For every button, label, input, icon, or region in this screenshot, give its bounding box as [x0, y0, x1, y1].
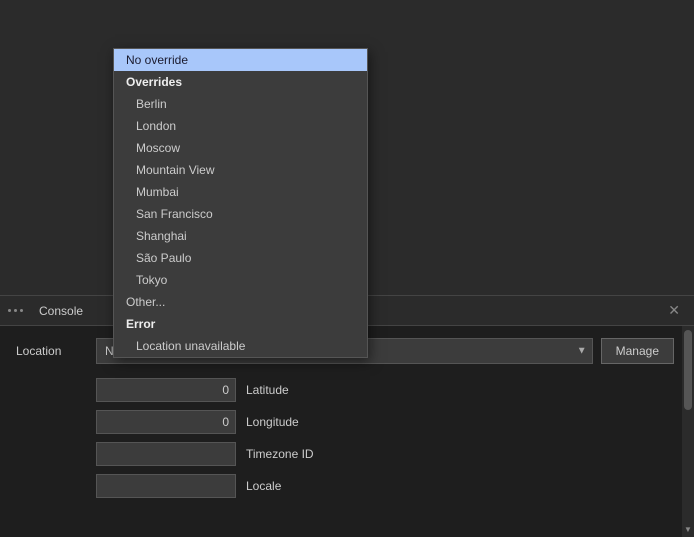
dropdown-group-error: Error	[114, 313, 367, 335]
locale-label: Locale	[246, 479, 281, 493]
dropdown-item-no-override[interactable]: No override	[114, 49, 367, 71]
location-label: Location	[16, 344, 96, 358]
longitude-label: Longitude	[246, 415, 299, 429]
longitude-input[interactable]	[96, 410, 236, 434]
scrollbar[interactable]	[682, 326, 694, 537]
dropdown-item-san-francisco[interactable]: San Francisco	[114, 203, 367, 225]
close-button[interactable]: ✕	[662, 300, 686, 321]
latitude-row: Latitude	[96, 378, 674, 402]
dropdown-group-overrides: Overrides	[114, 71, 367, 93]
dropdown-item-shanghai[interactable]: Shanghai	[114, 225, 367, 247]
dot-3	[20, 309, 23, 312]
latitude-label: Latitude	[246, 383, 289, 397]
dropdown-item-sao-paulo[interactable]: São Paulo	[114, 247, 367, 269]
panel-drag-handle[interactable]	[8, 309, 23, 312]
locale-row: Locale	[96, 474, 674, 498]
scrollbar-thumb[interactable]	[684, 330, 692, 410]
dropdown-item-other[interactable]: Other...	[114, 291, 367, 313]
dropdown-item-london[interactable]: London	[114, 115, 367, 137]
dropdown-item-berlin[interactable]: Berlin	[114, 93, 367, 115]
dropdown-item-location-unavailable[interactable]: Location unavailable	[114, 335, 367, 357]
timezone-label: Timezone ID	[246, 447, 314, 461]
location-dropdown-menu[interactable]: No override Overrides Berlin London Mosc…	[113, 48, 368, 358]
dropdown-item-tokyo[interactable]: Tokyo	[114, 269, 367, 291]
chevron-down-icon: ▼	[684, 525, 692, 534]
top-area: No override Overrides Berlin London Mosc…	[0, 0, 694, 295]
console-tab[interactable]: Console	[31, 300, 91, 322]
timezone-input[interactable]	[96, 442, 236, 466]
dropdown-item-mumbai[interactable]: Mumbai	[114, 181, 367, 203]
dot-2	[14, 309, 17, 312]
dropdown-item-mountain-view[interactable]: Mountain View	[114, 159, 367, 181]
locale-input[interactable]	[96, 474, 236, 498]
latitude-input[interactable]	[96, 378, 236, 402]
dot-1	[8, 309, 11, 312]
dropdown-item-moscow[interactable]: Moscow	[114, 137, 367, 159]
longitude-row: Longitude	[96, 410, 674, 434]
timezone-row: Timezone ID	[96, 442, 674, 466]
manage-button[interactable]: Manage	[601, 338, 674, 364]
scroll-down-arrow[interactable]: ▼	[682, 521, 694, 537]
